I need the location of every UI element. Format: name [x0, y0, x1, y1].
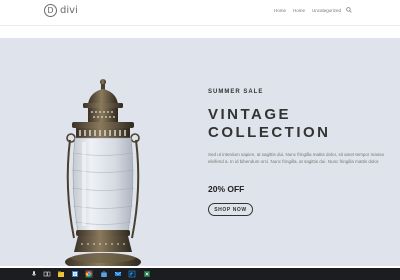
main-nav: Home Home Uncategorized [274, 8, 341, 13]
mail-icon[interactable] [114, 270, 122, 278]
hero-section: SUMMER SALE VINTAGE COLLECTION Sed ut in… [0, 38, 400, 277]
logo-mark: D [44, 4, 57, 17]
microphone-icon[interactable] [30, 270, 38, 278]
discount-label: 20% OFF [208, 184, 245, 194]
logo-text: divi [60, 5, 78, 16]
photoshop-icon[interactable] [128, 270, 136, 278]
windows-store-icon[interactable] [71, 270, 79, 278]
lantern-image [65, 79, 141, 277]
file-explorer-icon[interactable] [57, 270, 65, 278]
hero-description: Sed ut interdum sapien, at sagittis dui.… [208, 152, 384, 164]
nav-item-home-2[interactable]: Home [293, 8, 305, 13]
store-bag-icon[interactable] [100, 270, 108, 278]
hero-eyebrow: SUMMER SALE [208, 89, 264, 95]
task-view-icon[interactable] [43, 270, 51, 278]
nav-item-uncategorized[interactable]: Uncategorized [312, 8, 341, 13]
hero-headline: VINTAGE COLLECTION [208, 106, 331, 141]
site-logo[interactable]: D divi [44, 4, 78, 17]
nav-item-home[interactable]: Home [274, 8, 286, 13]
excel-icon[interactable] [143, 270, 151, 278]
header-divider [0, 25, 400, 26]
shop-now-button[interactable]: SHOP NOW [208, 203, 253, 216]
windows-taskbar [0, 268, 400, 280]
site-header: D divi Home Home Uncategorized [0, 0, 400, 25]
search-icon[interactable] [346, 7, 352, 13]
chrome-icon[interactable] [85, 270, 93, 278]
